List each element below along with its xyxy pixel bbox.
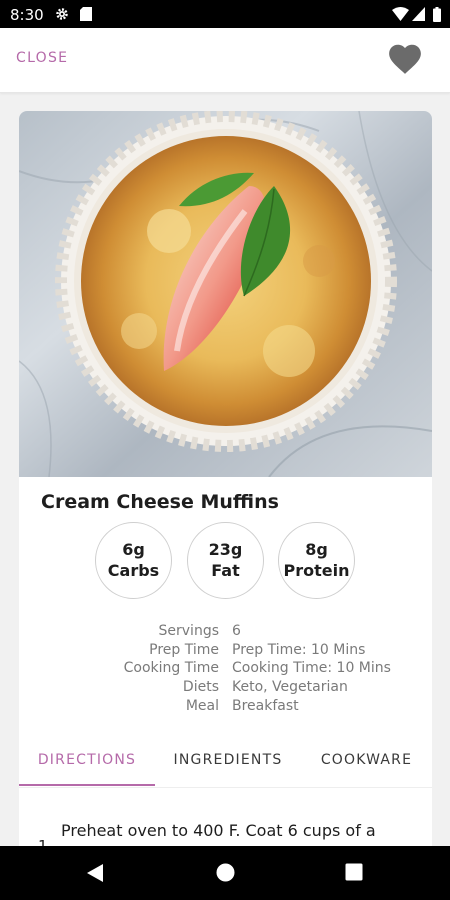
meta-value: Cooking Time: 10 Mins [232,660,391,676]
meta-diets: Diets Keto, Vegetarian [19,679,432,698]
nutrient-protein: 8g Protein [278,522,355,599]
nutrient-amount: 23g [208,540,243,559]
meta-key: Cooking Time [123,660,219,676]
signal-icon [412,7,425,21]
heart-icon[interactable] [388,43,422,75]
meta-value: Breakfast [232,698,299,714]
directions-list: 1 Preheat oven to 400 F. Coat 6 cups of … [19,795,432,851]
status-bar: 8:30 [0,0,450,28]
nutrient-fat: 23g Fat [187,522,264,599]
meta-key: Meal [185,698,219,714]
tab-cookware[interactable]: COOKWARE [301,737,432,787]
navigation-bar [0,846,450,900]
tab-indicator [19,784,155,786]
meta-value: 6 [232,623,241,639]
tab-directions[interactable]: DIRECTIONS [19,737,155,787]
nutrient-label: Protein [283,561,350,580]
nutrient-label: Fat [211,561,240,580]
recents-icon[interactable] [345,863,363,881]
close-button[interactable]: CLOSE [16,50,68,66]
app-bar: CLOSE [0,28,450,93]
nutrient-amount: 8g [305,540,328,559]
nutrient-label: Carbs [107,561,160,580]
meta-value: Prep Time: 10 Mins [232,642,366,658]
meta-cooking-time: Cooking Time Cooking Time: 10 Mins [19,660,432,679]
status-time: 8:30 [10,6,44,24]
recipe-title: Cream Cheese Muffins [41,491,279,513]
battery-icon [433,7,441,22]
meta-key: Diets [182,679,219,695]
nutrient-amount: 6g [122,540,145,559]
recipe-card: Cream Cheese Muffins 6g Carbs 23g Fat 8g… [19,111,432,851]
wifi-icon [392,7,409,21]
meta-meal: Meal Breakfast [19,698,432,717]
nutrient-carbs: 6g Carbs [95,522,172,599]
meta-value: Keto, Vegetarian [232,679,348,695]
sd-card-icon [80,7,92,21]
meta-key: Prep Time [149,642,219,658]
settings-icon [56,8,68,20]
back-icon[interactable] [86,863,104,883]
step-text: Preheat oven to 400 F. Coat 6 cups of a [61,821,376,840]
meta-key: Servings [158,623,219,639]
home-icon[interactable] [216,863,235,882]
recipe-image [19,111,432,477]
meta-servings: Servings 6 [19,623,432,642]
recipe-tabs: DIRECTIONS INGREDIENTS COOKWARE [19,737,432,788]
meta-prep-time: Prep Time Prep Time: 10 Mins [19,642,432,661]
tab-ingredients[interactable]: INGREDIENTS [155,737,301,787]
